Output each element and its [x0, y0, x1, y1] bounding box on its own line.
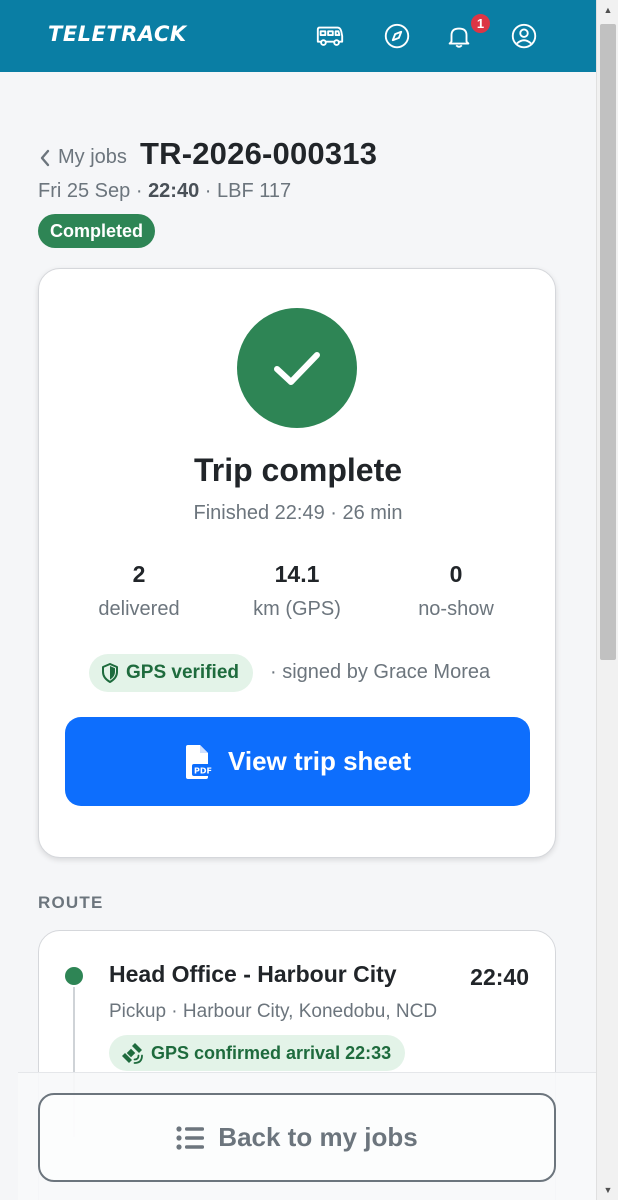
- gps-arrival-badge: GPS confirmed arrival 22:33: [109, 1035, 406, 1071]
- finished-time: Finished 22:49 · 26 min: [193, 502, 403, 524]
- meta-separator: ·: [135, 180, 143, 202]
- job-id-title: TR-2026-000313: [140, 136, 378, 171]
- list-icon: [176, 1125, 205, 1150]
- bottom-action-bar: Back to my jobs: [18, 1072, 596, 1200]
- app-logo[interactable]: TELETRACK: [48, 22, 187, 46]
- back-to-my-jobs-label: Back to my jobs: [218, 1122, 418, 1152]
- scroll-down-arrow-icon[interactable]: ▼: [597, 1180, 618, 1200]
- gps-verified-badge: GPS verified: [89, 654, 253, 692]
- stat-label: delivered: [98, 598, 180, 620]
- page-scrollbar[interactable]: ▲ ▼: [596, 0, 618, 1200]
- route-section-label: ROUTE: [38, 893, 104, 912]
- signed-by-text: · signed by Grace Morea: [270, 661, 491, 683]
- bus-icon[interactable]: [314, 20, 346, 52]
- job-time: 22:40: [148, 180, 200, 202]
- compass-icon[interactable]: [381, 20, 413, 52]
- stat-label: no-show: [418, 598, 494, 620]
- stat-value: 2: [132, 561, 146, 587]
- stat-value: 14.1: [274, 561, 320, 587]
- pdf-file-icon: PDF: [185, 744, 214, 779]
- user-icon[interactable]: [508, 20, 540, 52]
- route-stop-marker: [65, 967, 83, 985]
- vehicle-plate: LBF 117: [217, 180, 292, 202]
- stat-delivered: 2 delivered: [59, 561, 219, 621]
- chevron-left-icon: [40, 149, 50, 166]
- pdf-icon-label: PDF: [194, 766, 212, 775]
- back-link-label: My jobs: [58, 146, 127, 168]
- stat-label: km (GPS): [253, 598, 341, 620]
- gps-verified-label: GPS verified: [126, 662, 239, 683]
- scroll-up-arrow-icon[interactable]: ▲: [597, 0, 618, 20]
- notification-badge: 1: [470, 13, 491, 34]
- top-bar: TELETRACK 1: [0, 0, 596, 72]
- meta-separator: ·: [204, 180, 212, 202]
- status-badge: Completed: [38, 214, 156, 248]
- scrollbar-thumb[interactable]: [600, 24, 616, 660]
- stat-value: 0: [449, 561, 463, 587]
- stop-name[interactable]: Head Office - Harbour City: [109, 961, 397, 988]
- stop-time: 22:40: [470, 964, 529, 990]
- shield-icon: [102, 663, 118, 683]
- job-meta: Fri 25 Sep · 22:40 · LBF 117: [38, 180, 291, 203]
- stat-no-show: 0 no-show: [376, 561, 536, 621]
- gps-arrival-label: GPS confirmed arrival 22:33: [151, 1042, 392, 1063]
- back-to-my-jobs-link[interactable]: My jobs: [38, 146, 127, 169]
- view-trip-sheet-label: View trip sheet: [227, 746, 412, 776]
- view-trip-sheet-button[interactable]: PDF View trip sheet: [65, 717, 530, 806]
- job-date: Fri 25 Sep: [38, 180, 131, 202]
- trip-summary-card: Trip complete Finished 22:49 · 26 min 2 …: [38, 268, 556, 858]
- stat-distance: 14.1 km (GPS): [217, 561, 377, 621]
- back-to-my-jobs-button[interactable]: Back to my jobs: [38, 1093, 556, 1182]
- checkmark-icon: [237, 308, 357, 428]
- stop-address: Pickup · Harbour City, Konedobu, NCD: [109, 1001, 438, 1022]
- trip-complete-title: Trip complete: [193, 452, 403, 488]
- satellite-icon: [122, 1043, 143, 1064]
